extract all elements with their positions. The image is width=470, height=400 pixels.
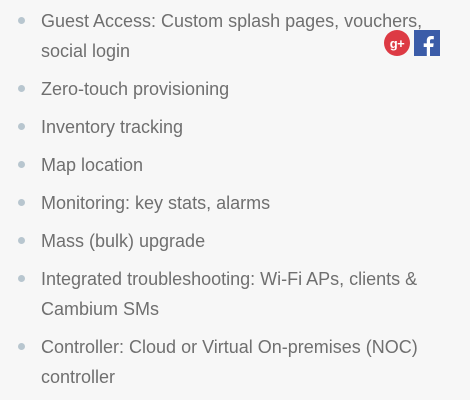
bullet-icon <box>18 161 25 168</box>
bullet-icon <box>18 343 25 350</box>
feature-text: Monitoring: key stats, alarms <box>41 193 271 213</box>
feature-text: Mass (bulk) upgrade <box>41 231 206 251</box>
bullet-icon <box>18 275 25 282</box>
bullet-icon <box>18 199 25 206</box>
feature-list: Guest Access: Custom splash pages, vouch… <box>18 6 463 400</box>
feature-item-mass-upgrade: Mass (bulk) upgrade <box>18 226 463 256</box>
bullet-icon <box>18 237 25 244</box>
feature-text: Integrated troubleshooting: Wi-Fi APs, c… <box>41 269 418 319</box>
feature-item-controller: Controller: Cloud or Virtual On-premises… <box>18 332 463 392</box>
feature-text: Controller: Cloud or Virtual On-premises… <box>41 337 418 387</box>
feature-item-map-location: Map location <box>18 150 463 180</box>
bullet-icon <box>18 123 25 130</box>
feature-item-zero-touch: Zero-touch provisioning <box>18 74 463 104</box>
feature-item-troubleshooting: Integrated troubleshooting: Wi-Fi APs, c… <box>18 264 463 324</box>
feature-text: Map location <box>41 155 144 175</box>
feature-item-guest-access: Guest Access: Custom splash pages, vouch… <box>18 6 463 66</box>
feature-text: Guest Access: Custom splash pages, vouch… <box>41 11 423 61</box>
feature-item-monitoring: Monitoring: key stats, alarms <box>18 188 463 218</box>
feature-text: Zero-touch provisioning <box>41 79 230 99</box>
bullet-icon <box>18 85 25 92</box>
bullet-icon <box>18 17 25 24</box>
feature-item-inventory: Inventory tracking <box>18 112 463 142</box>
feature-text: Inventory tracking <box>41 117 184 137</box>
